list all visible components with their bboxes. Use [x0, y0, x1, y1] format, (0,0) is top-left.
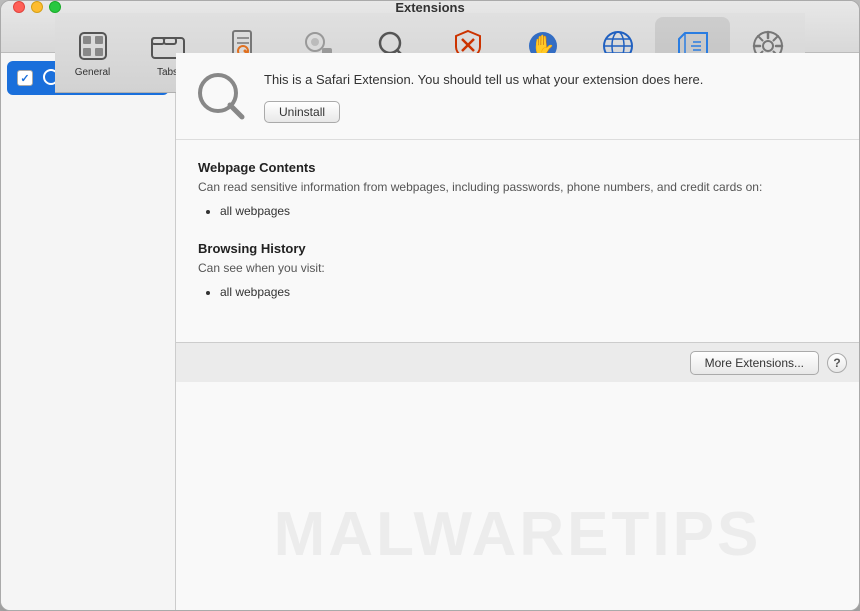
- toolbar-item-general[interactable]: General: [55, 17, 130, 89]
- close-button[interactable]: [13, 1, 25, 13]
- title-bar-top: Extensions: [1, 1, 859, 13]
- minimize-button[interactable]: [31, 1, 43, 13]
- title-bar: Extensions General: [1, 1, 859, 53]
- permission-item: all webpages: [220, 202, 837, 221]
- safari-preferences-window: Extensions General: [0, 0, 860, 611]
- permissions-section: Webpage Contents Can read sensitive info…: [176, 140, 859, 342]
- extension-enabled-checkbox[interactable]: [17, 70, 33, 86]
- permission-desc-webpage: Can read sensitive information from webp…: [198, 179, 837, 196]
- window-title: Extensions: [395, 0, 464, 15]
- permission-list-browsing: all webpages: [198, 283, 837, 302]
- permission-group-browsing-history: Browsing History Can see when you visit:…: [198, 241, 837, 302]
- permission-title-webpage: Webpage Contents: [198, 160, 837, 175]
- main-content: MALWARETIPS This is a Safari Extension. …: [1, 53, 859, 610]
- permission-list-webpage: all webpages: [198, 202, 837, 221]
- help-button[interactable]: ?: [827, 353, 847, 373]
- more-extensions-button[interactable]: More Extensions...: [690, 351, 819, 375]
- watermark: MALWARETIPS: [274, 499, 762, 570]
- bottom-bar: More Extensions... ?: [176, 342, 859, 382]
- sidebar: [1, 53, 176, 610]
- detail-panel: MALWARETIPS This is a Safari Extension. …: [176, 53, 859, 610]
- window-controls: [13, 1, 61, 13]
- extension-info: This is a Safari Extension. You should t…: [264, 71, 839, 123]
- permission-title-browsing: Browsing History: [198, 241, 837, 256]
- tabs-label: Tabs: [157, 67, 178, 78]
- extension-header: This is a Safari Extension. You should t…: [176, 53, 859, 140]
- general-icon: [74, 27, 112, 65]
- extension-description: This is a Safari Extension. You should t…: [264, 71, 839, 89]
- extension-logo: [196, 71, 248, 123]
- uninstall-button[interactable]: Uninstall: [264, 101, 340, 123]
- permission-group-webpage-contents: Webpage Contents Can read sensitive info…: [198, 160, 837, 221]
- permission-desc-browsing: Can see when you visit:: [198, 260, 837, 277]
- general-label: General: [75, 67, 111, 78]
- permission-item: all webpages: [220, 283, 837, 302]
- maximize-button[interactable]: [49, 1, 61, 13]
